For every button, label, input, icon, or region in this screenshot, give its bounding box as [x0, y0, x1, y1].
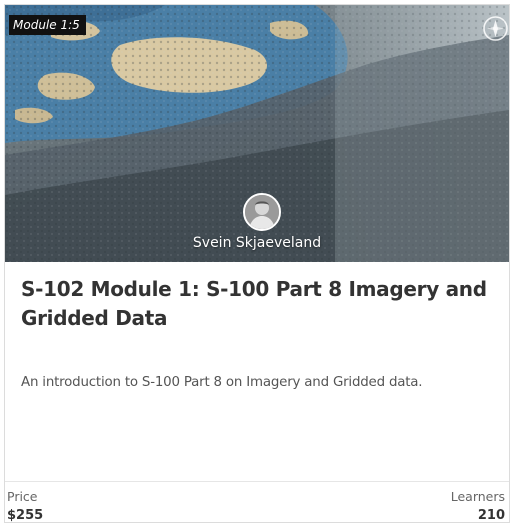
- card-footer: Price $255 Learners 210: [5, 481, 509, 523]
- instructor-avatar[interactable]: [243, 193, 281, 231]
- learners-label: Learners: [450, 489, 505, 504]
- compass-icon: [482, 15, 509, 42]
- instructor-name: Svein Skjaeveland: [192, 235, 322, 251]
- learners-value: 210: [477, 508, 505, 523]
- course-hero-image[interactable]: Module 1:5 Svein Skjaeveland: [5, 5, 509, 262]
- course-title[interactable]: S-102 Module 1: S-100 Part 8 Imagery and…: [21, 275, 501, 333]
- price-value: $255: [7, 508, 44, 523]
- course-description: An introduction to S-100 Part 8 on Image…: [21, 375, 423, 390]
- course-card[interactable]: Module 1:5 Svein Skjaeveland S-102 Modul…: [4, 4, 510, 523]
- module-badge: Module 1:5: [9, 15, 86, 35]
- price-label: Price: [7, 489, 38, 504]
